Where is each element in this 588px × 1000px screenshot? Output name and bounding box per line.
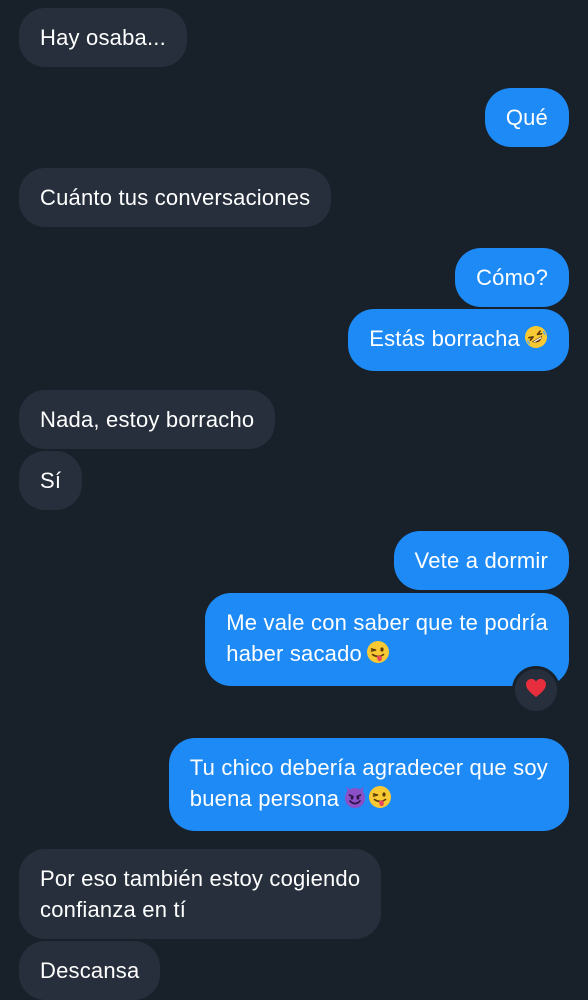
message-text: Sí	[40, 468, 62, 493]
message-text: Descansa	[40, 958, 140, 983]
incoming-message-cuanto[interactable]: Cuánto tus conversaciones	[19, 168, 332, 227]
message-line: haber sacado	[226, 641, 362, 666]
outgoing-message-tu-chico[interactable]: Tu chico debería agradecer que soy buena…	[168, 738, 569, 831]
message-text: Nada, estoy borracho	[40, 407, 255, 432]
message-text: Cuánto tus conversaciones	[40, 185, 311, 210]
incoming-message-nada[interactable]: Nada, estoy borracho	[19, 390, 276, 449]
outgoing-message-que[interactable]: Qué	[484, 88, 569, 147]
heart-reaction[interactable]	[512, 666, 560, 714]
winking-face-with-tongue-emoji-icon	[366, 640, 390, 672]
message-line: Me vale con saber que te podría	[226, 610, 548, 635]
incoming-message-por-eso[interactable]: Por eso también estoy cogiendo confianza…	[19, 849, 382, 939]
message-line: Tu chico debería agradecer que soy	[189, 755, 548, 780]
message-line: Por eso también estoy cogiendo	[40, 866, 361, 891]
message-text: Qué	[505, 105, 548, 130]
message-line: buena persona	[189, 786, 340, 811]
incoming-message-descansa[interactable]: Descansa	[19, 941, 161, 1000]
outgoing-message-borracha[interactable]: Estás borracha	[348, 309, 569, 371]
outgoing-message-como[interactable]: Cómo?	[455, 248, 569, 307]
message-text: Hay osaba...	[40, 25, 166, 50]
message-text: Vete a dormir	[414, 548, 548, 573]
message-text: Estás borracha	[369, 326, 520, 351]
message-line: confianza en tí	[40, 897, 187, 922]
outgoing-message-vete[interactable]: Vete a dormir	[393, 531, 569, 590]
red-heart-icon	[525, 678, 547, 703]
incoming-message-hay-osaba[interactable]: Hay osaba...	[19, 8, 187, 67]
rolling-on-floor-laughing-emoji-icon	[524, 325, 548, 357]
smiling-face-with-horns-emoji-icon	[343, 785, 367, 817]
incoming-message-si[interactable]: Sí	[19, 451, 83, 510]
outgoing-message-me-vale[interactable]: Me vale con saber que te podría haber sa…	[205, 593, 569, 686]
message-text: Cómo?	[476, 265, 548, 290]
winking-face-with-tongue-emoji-icon	[368, 785, 392, 817]
